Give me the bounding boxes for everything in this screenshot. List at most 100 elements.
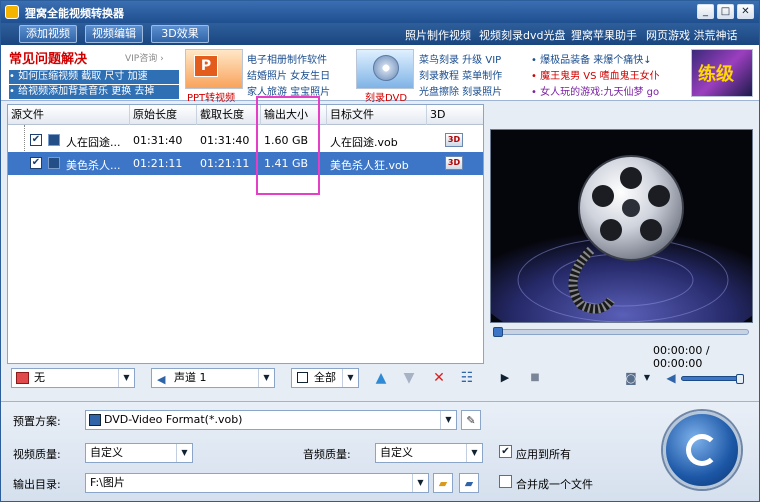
wedding-link[interactable]: 结婚照片 女友生日	[247, 67, 330, 82]
film-icon	[48, 134, 60, 146]
move-down-icon[interactable]: ▼	[399, 368, 419, 388]
game-ad-image[interactable]: 练级	[691, 49, 753, 97]
maximize-button[interactable]: □	[717, 4, 734, 19]
close-button[interactable]: ✕	[737, 4, 754, 19]
disc-icon	[373, 55, 399, 81]
chevron-down-icon[interactable]: ▼	[412, 474, 428, 492]
chevron-down-icon[interactable]: ▼	[258, 369, 274, 387]
merge-label: 合并成一个文件	[516, 478, 593, 491]
delete-icon[interactable]: ✕	[429, 368, 449, 388]
subtitle-icon	[16, 372, 29, 384]
faq-row-music[interactable]: • 给视频添加背景音乐 更换 去掉	[9, 85, 179, 99]
chevron-down-icon[interactable]: ▼	[176, 444, 192, 462]
video-quality-value: 自定义	[90, 446, 123, 459]
time-display: 00:00:00 / 00:00:00	[653, 344, 710, 370]
ad-bar: 常见问题解决 VIP咨询 › • 如何压缩视频 截取 尺寸 加速 • 给视频添加…	[1, 45, 759, 104]
subtitle-select[interactable]: 无 ▼	[11, 368, 135, 388]
burn-link[interactable]: 菜鸟刻录 升级 VIP	[419, 51, 501, 66]
dvd-burn-link[interactable]: 视频刻录dvd光盘	[479, 27, 565, 43]
col-orig-length[interactable]: 原始长度	[130, 105, 197, 125]
subtitle-value: 无	[34, 371, 45, 384]
web-game-link[interactable]: 网页游戏 洪荒神话	[646, 27, 738, 43]
faq-title: 常见问题解决	[9, 52, 88, 67]
add-video-button[interactable]: 添加视频	[19, 25, 77, 43]
list-settings-icon[interactable]: ☷	[457, 368, 477, 388]
camera-dropdown-icon[interactable]: ▼	[637, 368, 657, 388]
3d-badge-icon[interactable]: 3D	[445, 156, 463, 170]
table-row[interactable]: ✔ 人在囧途... 01:31:40 01:31:40 1.60 GB 人在囧途…	[8, 129, 483, 152]
ppt-caption[interactable]: PPT转视频	[187, 89, 235, 104]
target-file: 美色杀人狂.vob	[330, 159, 409, 172]
output-dir-label: 输出目录:	[13, 478, 61, 491]
vip-link[interactable]: VIP咨询 ›	[125, 51, 164, 64]
video-preview[interactable]	[490, 129, 753, 323]
app-logo-icon	[5, 5, 19, 19]
ppt-video-image[interactable]: P	[185, 49, 243, 89]
3d-badge-icon[interactable]: 3D	[445, 133, 463, 147]
chevron-down-icon[interactable]: ▼	[118, 369, 134, 387]
video-quality-select[interactable]: 自定义 ▼	[85, 443, 193, 463]
row-checkbox[interactable]: ✔	[30, 157, 42, 169]
source-name: 人在囧途...	[66, 136, 121, 149]
audio-track-select[interactable]: 声道 1 ◀ ▼	[151, 368, 275, 388]
move-up-icon[interactable]: ▲	[371, 368, 391, 388]
game-link-1[interactable]: • 爆极品装备 来爆个痛快↓	[531, 51, 652, 66]
volume-handle[interactable]	[736, 374, 744, 384]
menu-bar: 添加视频 视频编辑 3D效果 照片制作视频 视频刻录dvd光盘 狸窝苹果助手 网…	[1, 23, 759, 45]
select-all-icon	[297, 372, 308, 383]
col-3d[interactable]: 3D	[427, 105, 483, 125]
dvd-caption[interactable]: 刻录DVD	[365, 89, 407, 104]
edit-video-button[interactable]: 视频编辑	[85, 25, 143, 43]
video-quality-label: 视频质量:	[13, 448, 61, 461]
audio-quality-select[interactable]: 自定义 ▼	[375, 443, 483, 463]
volume-slider[interactable]	[681, 374, 744, 384]
folder-open-icon[interactable]: ▰	[433, 473, 453, 493]
col-cut-length[interactable]: 截取长度	[197, 105, 261, 125]
album-link[interactable]: 电子相册制作软件	[247, 51, 327, 66]
faq-row-compress[interactable]: • 如何压缩视频 截取 尺寸 加速	[9, 70, 179, 84]
merge-checkbox[interactable]	[499, 475, 512, 488]
minimize-button[interactable]: _	[697, 4, 714, 19]
settings-panel: 预置方案: DVD-Video Format(*.vob) ▼ ✎ 视频质量: …	[1, 401, 759, 501]
apply-all-checkbox[interactable]: ✔	[499, 445, 512, 458]
row-checkbox[interactable]: ✔	[30, 134, 42, 146]
ppt-icon: P	[194, 55, 218, 77]
output-dir-input[interactable]: F:\图片 ▼	[85, 473, 429, 493]
preset-select[interactable]: DVD-Video Format(*.vob) ▼	[85, 410, 457, 430]
seek-slider[interactable]	[493, 327, 749, 337]
select-all-dropdown[interactable]: 全部 ▼	[291, 368, 359, 388]
audio-quality-value: 自定义	[380, 446, 413, 459]
source-name: 美色杀人...	[66, 159, 121, 172]
disc-erase-link[interactable]: 光盘擦除 刻录照片	[419, 83, 502, 98]
table-header: 源文件 原始长度 截取长度 输出大小 目标文件 3D	[8, 105, 483, 125]
output-dir-value: F:\图片	[90, 476, 125, 489]
convert-button[interactable]	[663, 411, 741, 489]
output-size-highlight	[256, 96, 320, 195]
cut-length: 01:31:40	[200, 134, 250, 147]
dvd-image[interactable]	[356, 49, 414, 89]
file-list: 源文件 原始长度 截取长度 输出大小 目标文件 3D ✔ 人在囧途... 01:…	[7, 104, 484, 364]
chevron-down-icon[interactable]: ▼	[342, 369, 358, 387]
film-icon	[48, 157, 60, 169]
audio-quality-label: 音频质量:	[303, 448, 351, 461]
play-icon[interactable]: ▶	[495, 368, 515, 388]
photo-video-link[interactable]: 照片制作视频	[405, 27, 471, 43]
seek-handle[interactable]	[493, 327, 503, 337]
apple-helper-link[interactable]: 狸窝苹果助手	[571, 27, 637, 43]
speaker-icon: ◀	[157, 373, 166, 386]
volume-icon[interactable]: ◀	[661, 368, 681, 388]
game-link-3[interactable]: • 女人玩的游戏:九天仙梦 go	[531, 83, 659, 98]
3d-effect-button[interactable]: 3D效果	[151, 25, 209, 43]
stop-icon[interactable]: ■	[525, 368, 545, 388]
tools-icon[interactable]: ✎	[461, 410, 481, 430]
game-link-2[interactable]: • 魔王鬼男 VS 嗜血鬼王女仆	[531, 67, 660, 82]
app-window: 狸窝全能视频转换器 _ □ ✕ 添加视频 视频编辑 3D效果 照片制作视频 视频…	[0, 0, 760, 502]
table-row[interactable]: ✔ 美色杀人... 01:21:11 01:21:11 1.41 GB 美色杀人…	[8, 152, 483, 175]
chevron-down-icon[interactable]: ▼	[466, 444, 482, 462]
col-source[interactable]: 源文件	[8, 105, 130, 125]
col-target-file[interactable]: 目标文件	[327, 105, 427, 125]
film-reel-icon	[491, 155, 752, 322]
burn-tutorial-link[interactable]: 刻录教程 菜单制作	[419, 67, 502, 82]
chevron-down-icon[interactable]: ▼	[440, 411, 456, 429]
folder-icon[interactable]: ▰	[459, 473, 479, 493]
